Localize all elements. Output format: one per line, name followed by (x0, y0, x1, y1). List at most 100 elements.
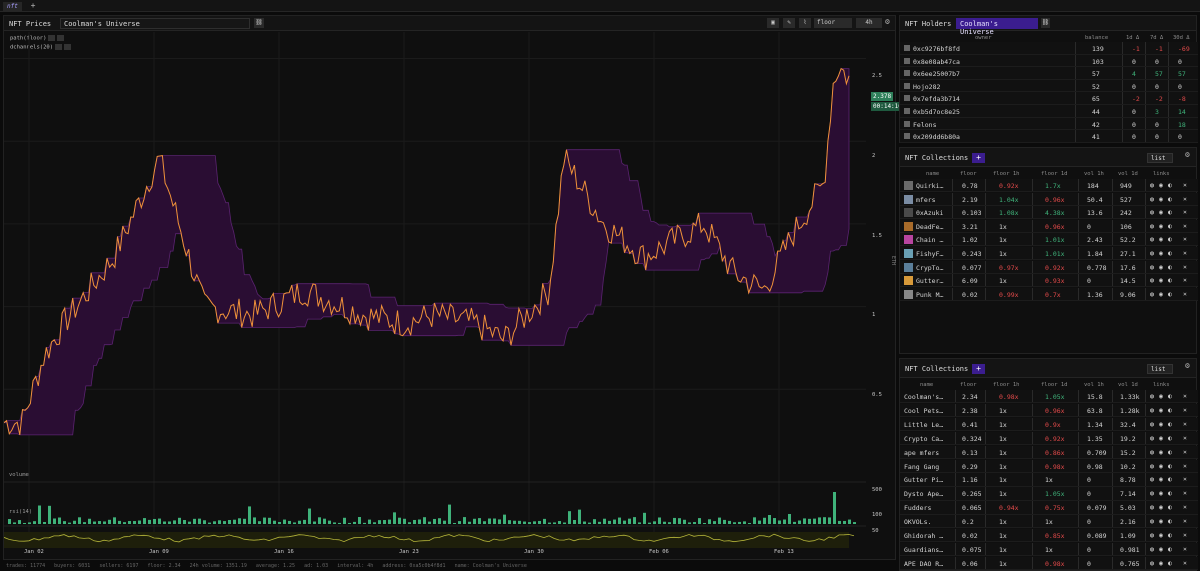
opensea-icon[interactable]: ◐ (1168, 208, 1172, 216)
col-floor-1d[interactable]: floor 1d (1041, 382, 1068, 388)
view-select[interactable]: list (1147, 153, 1173, 163)
opensea-icon[interactable]: ◐ (1168, 531, 1172, 539)
discord-icon[interactable]: ◉ (1159, 545, 1163, 553)
close-icon[interactable]: × (1183, 559, 1187, 567)
collection-row[interactable]: Gutter… 6.09 1x 0.93x 0 14.5 ◍ ◉ ◐ × (900, 274, 1198, 288)
collection-name[interactable]: OKVOLs. (904, 518, 931, 526)
col-balance[interactable]: balance (1085, 35, 1108, 41)
website-icon[interactable]: ◍ (1150, 545, 1154, 553)
website-icon[interactable]: ◍ (1150, 503, 1154, 511)
col-owner[interactable]: owner (975, 35, 992, 41)
website-icon[interactable]: ◍ (1150, 290, 1154, 298)
close-icon[interactable]: × (1183, 181, 1187, 189)
discord-icon[interactable]: ◉ (1159, 290, 1163, 298)
website-icon[interactable]: ◍ (1150, 517, 1154, 525)
add-collection-button[interactable]: + (972, 153, 985, 163)
collection-row[interactable]: Fudders 0.065 0.94x 0.75x 0.079 5.03 ◍ ◉ ◐ × (900, 501, 1198, 515)
col-vol-1d[interactable]: vol 1d (1118, 171, 1138, 177)
opensea-icon[interactable]: ◐ (1168, 434, 1172, 442)
collection-row[interactable]: Fang Gang 0.29 1x 0.98x 0.98 10.2 ◍ ◉ ◐ × (900, 459, 1198, 473)
discord-icon[interactable]: ◉ (1159, 489, 1163, 497)
discord-icon[interactable]: ◉ (1159, 475, 1163, 483)
opensea-icon[interactable]: ◐ (1168, 489, 1172, 497)
close-icon[interactable]: × (1183, 448, 1187, 456)
website-icon[interactable]: ◍ (1150, 208, 1154, 216)
discord-icon[interactable]: ◉ (1159, 222, 1163, 230)
collection-name[interactable]: Punk M… (916, 291, 943, 299)
close-icon[interactable]: × (1183, 222, 1187, 230)
opensea-icon[interactable]: ◐ (1168, 392, 1172, 400)
discord-icon[interactable]: ◉ (1159, 434, 1163, 442)
opensea-icon[interactable]: ◐ (1168, 559, 1172, 567)
opensea-icon[interactable]: ◐ (1168, 276, 1172, 284)
collection-row[interactable]: FishyF… 0.243 1x 1.01x 1.84 27.1 ◍ ◉ ◐ × (900, 247, 1198, 261)
owner-address[interactable]: 0x6ee25007b7 (913, 70, 960, 78)
close-icon[interactable]: × (1183, 517, 1187, 525)
owner-address[interactable]: 0x8e08ab47ca (913, 58, 960, 66)
opensea-icon[interactable]: ◐ (1168, 475, 1172, 483)
close-icon[interactable]: × (1183, 249, 1187, 257)
opensea-icon[interactable]: ◐ (1168, 517, 1172, 525)
collection-row[interactable]: Guardians… 0.075 1x 1x 0 0.981 ◍ ◉ ◐ × (900, 542, 1198, 557)
col-floor-1h[interactable]: floor 1h (993, 382, 1020, 388)
discord-icon[interactable]: ◉ (1159, 503, 1163, 511)
collection-row[interactable]: Quirki… 0.78 0.92x 1.7x 184 949 ◍ ◉ ◐ × (900, 179, 1198, 193)
col-name[interactable]: name (920, 382, 933, 388)
close-icon[interactable]: × (1183, 406, 1187, 414)
col-vol-1d[interactable]: vol 1d (1118, 382, 1138, 388)
col-7d[interactable]: 7d Δ (1150, 35, 1163, 41)
collection-name[interactable]: Little Le… (904, 421, 943, 429)
website-icon[interactable]: ◍ (1150, 559, 1154, 567)
close-icon[interactable]: × (1183, 503, 1187, 511)
owner-address[interactable]: Hojo282 (913, 83, 940, 91)
col-floor[interactable]: floor (960, 171, 977, 177)
collection-row[interactable]: Ghidorah … 0.02 1x 0.85x 0.089 1.09 ◍ ◉ ◐ × (900, 529, 1198, 543)
link-icon[interactable]: ⛓ (1041, 18, 1050, 28)
col-vol-1h[interactable]: vol 1h (1084, 171, 1104, 177)
opensea-icon[interactable]: ◐ (1168, 195, 1172, 203)
opensea-icon[interactable]: ◐ (1168, 503, 1172, 511)
website-icon[interactable]: ◍ (1150, 195, 1154, 203)
website-icon[interactable]: ◍ (1150, 475, 1154, 483)
collection-row[interactable]: OKVOLs. 0.2 1x 1x 0 2.16 ◍ ◉ ◐ × (900, 515, 1198, 529)
collection-row[interactable]: Coolman's… 2.34 0.98x 1.05x 15.8 1.33k ◍ ◉ ◐ × (900, 390, 1198, 404)
collection-name[interactable]: 0xAzuki (916, 209, 943, 217)
website-icon[interactable]: ◍ (1150, 249, 1154, 257)
collection-row[interactable]: Dysto Ape… 0.265 1x 1.05x 0 7.14 ◍ ◉ ◐ × (900, 487, 1198, 501)
collection-name[interactable]: Cool Pets… (904, 407, 943, 415)
website-icon[interactable]: ◍ (1150, 276, 1154, 284)
close-icon[interactable]: × (1183, 392, 1187, 400)
discord-icon[interactable]: ◉ (1159, 420, 1163, 428)
col-floor-1h[interactable]: floor 1h (993, 171, 1020, 177)
close-icon[interactable]: × (1183, 531, 1187, 539)
close-icon[interactable]: × (1183, 475, 1187, 483)
website-icon[interactable]: ◍ (1150, 531, 1154, 539)
discord-icon[interactable]: ◉ (1159, 392, 1163, 400)
holder-row[interactable]: 0x6ee25007b7 57 4 57 57 (900, 67, 1198, 80)
discord-icon[interactable]: ◉ (1159, 276, 1163, 284)
view-select[interactable]: list (1147, 364, 1173, 374)
col-floor-1d[interactable]: floor 1d (1041, 171, 1068, 177)
opensea-icon[interactable]: ◐ (1168, 545, 1172, 553)
opensea-icon[interactable]: ◐ (1168, 420, 1172, 428)
close-icon[interactable]: × (1183, 545, 1187, 553)
website-icon[interactable]: ◍ (1150, 462, 1154, 470)
pencil-icon[interactable]: ✎ (783, 18, 795, 28)
collection-row[interactable]: APE DAO R… 0.06 1x 0.98x 0 0.765 ◍ ◉ ◐ × (900, 556, 1198, 571)
close-icon[interactable]: × (1183, 195, 1187, 203)
collection-row[interactable]: Crypto Ca… 0.324 1x 0.92x 1.35 19.2 ◍ ◉ ◐ × (900, 431, 1198, 446)
collection-name[interactable]: FishyF… (916, 250, 943, 258)
collection-name[interactable]: Chain … (916, 236, 943, 244)
add-collection-button[interactable]: + (972, 364, 985, 374)
discord-icon[interactable]: ◉ (1159, 462, 1163, 470)
gear-icon[interactable]: ⚙ (885, 17, 890, 26)
opensea-icon[interactable]: ◐ (1168, 290, 1172, 298)
col-floor[interactable]: floor (960, 382, 977, 388)
opensea-icon[interactable]: ◐ (1168, 263, 1172, 271)
collection-row[interactable]: DeadFe… 3.21 1x 0.96x 0 106 ◍ ◉ ◐ × (900, 219, 1198, 233)
collection-name[interactable]: Fang Gang (904, 463, 939, 471)
col-name[interactable]: name (926, 171, 939, 177)
close-icon[interactable]: × (1183, 420, 1187, 428)
add-tab-button[interactable]: + (28, 1, 38, 11)
link-icon[interactable]: ⛓ (254, 18, 264, 28)
